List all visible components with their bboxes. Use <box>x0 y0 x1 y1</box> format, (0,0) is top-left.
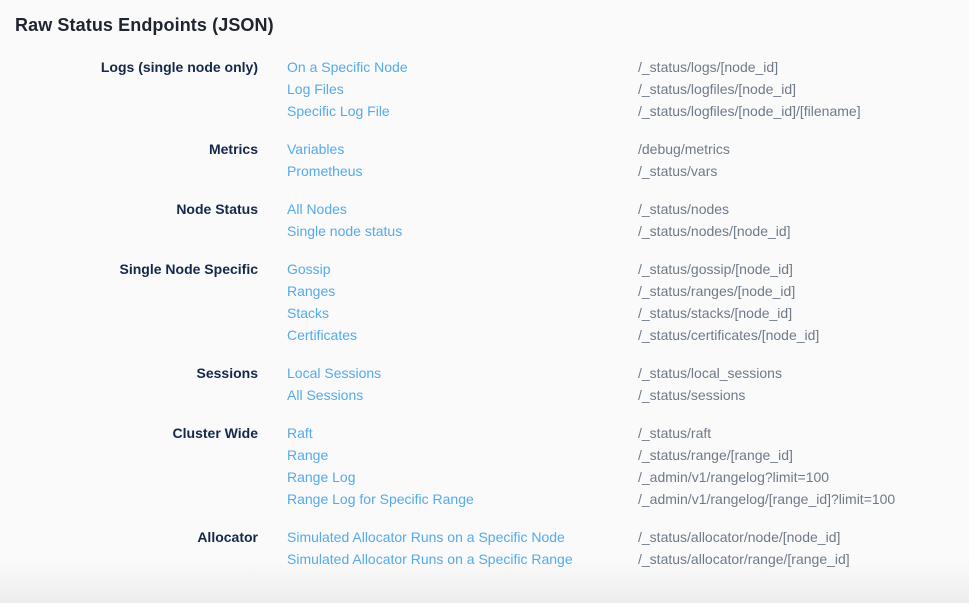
endpoint-path: /_status/local_sessions <box>638 362 782 384</box>
endpoint-row: Specific Log File /_status/logfiles/[nod… <box>287 100 969 122</box>
endpoint-link[interactable]: Specific Log File <box>287 100 638 122</box>
section-rows: Local Sessions /_status/local_sessions A… <box>287 362 969 406</box>
endpoint-link[interactable]: Simulated Allocator Runs on a Specific N… <box>287 526 638 548</box>
endpoint-link[interactable]: Gossip <box>287 258 638 280</box>
endpoint-path: /_status/stacks/[node_id] <box>638 302 792 324</box>
endpoint-link[interactable]: Raft <box>287 422 638 444</box>
category-label: Cluster Wide <box>0 422 258 444</box>
endpoint-row: Single node status /_status/nodes/[node_… <box>287 220 969 242</box>
endpoint-row: Simulated Allocator Runs on a Specific N… <box>287 526 969 548</box>
section-single-node-specific: Single Node Specific Gossip /_status/gos… <box>0 258 969 346</box>
endpoint-path: /_admin/v1/rangelog/[range_id]?limit=100 <box>638 488 895 510</box>
endpoint-row: Ranges /_status/ranges/[node_id] <box>287 280 969 302</box>
section-cluster-wide: Cluster Wide Raft /_status/raft Range /_… <box>0 422 969 510</box>
page-title: Raw Status Endpoints (JSON) <box>15 14 969 36</box>
endpoint-row: Range Log for Specific Range /_admin/v1/… <box>287 488 969 510</box>
endpoint-path: /_status/raft <box>638 422 711 444</box>
endpoint-row: Gossip /_status/gossip/[node_id] <box>287 258 969 280</box>
section-rows: All Nodes /_status/nodes Single node sta… <box>287 198 969 242</box>
section-rows: On a Specific Node /_status/logs/[node_i… <box>287 56 969 122</box>
endpoint-link[interactable]: Range <box>287 444 638 466</box>
category-label: Metrics <box>0 138 258 160</box>
endpoint-path: /_admin/v1/rangelog?limit=100 <box>638 466 829 488</box>
endpoint-row: Range Log /_admin/v1/rangelog?limit=100 <box>287 466 969 488</box>
endpoint-path: /_status/range/[range_id] <box>638 444 793 466</box>
endpoint-link[interactable]: Ranges <box>287 280 638 302</box>
endpoint-path: /_status/allocator/range/[range_id] <box>638 548 850 570</box>
endpoint-row: Prometheus /_status/vars <box>287 160 969 182</box>
endpoint-link[interactable]: Prometheus <box>287 160 638 182</box>
category-label: Node Status <box>0 198 258 220</box>
endpoint-path: /_status/certificates/[node_id] <box>638 324 819 346</box>
endpoint-row: All Nodes /_status/nodes <box>287 198 969 220</box>
endpoint-link[interactable]: Variables <box>287 138 638 160</box>
endpoint-row: Range /_status/range/[range_id] <box>287 444 969 466</box>
endpoint-path: /_status/logfiles/[node_id] <box>638 78 796 100</box>
endpoint-path: /_status/ranges/[node_id] <box>638 280 795 302</box>
endpoint-row: Log Files /_status/logfiles/[node_id] <box>287 78 969 100</box>
category-label: Single Node Specific <box>0 258 258 280</box>
endpoint-link[interactable]: Range Log for Specific Range <box>287 488 638 510</box>
endpoint-link[interactable]: Range Log <box>287 466 638 488</box>
endpoint-row: Variables /debug/metrics <box>287 138 969 160</box>
section-rows: Gossip /_status/gossip/[node_id] Ranges … <box>287 258 969 346</box>
endpoint-path: /_status/sessions <box>638 384 745 406</box>
section-node-status: Node Status All Nodes /_status/nodes Sin… <box>0 198 969 242</box>
endpoint-link[interactable]: Log Files <box>287 78 638 100</box>
endpoint-link[interactable]: All Nodes <box>287 198 638 220</box>
endpoint-row: Stacks /_status/stacks/[node_id] <box>287 302 969 324</box>
endpoint-link[interactable]: Local Sessions <box>287 362 638 384</box>
section-rows: Variables /debug/metrics Prometheus /_st… <box>287 138 969 182</box>
endpoint-path: /debug/metrics <box>638 138 730 160</box>
endpoint-link[interactable]: Certificates <box>287 324 638 346</box>
endpoint-link[interactable]: All Sessions <box>287 384 638 406</box>
endpoint-path: /_status/logfiles/[node_id]/[filename] <box>638 100 861 122</box>
endpoint-path: /_status/allocator/node/[node_id] <box>638 526 840 548</box>
endpoint-link[interactable]: Single node status <box>287 220 638 242</box>
endpoint-path: /_status/gossip/[node_id] <box>638 258 793 280</box>
endpoint-row: Raft /_status/raft <box>287 422 969 444</box>
category-label: Sessions <box>0 362 258 384</box>
category-label: Allocator <box>0 526 258 548</box>
endpoint-row: All Sessions /_status/sessions <box>287 384 969 406</box>
endpoint-row: Simulated Allocator Runs on a Specific R… <box>287 548 969 570</box>
endpoint-row: Certificates /_status/certificates/[node… <box>287 324 969 346</box>
raw-status-endpoints-page: Raw Status Endpoints (JSON) Logs (single… <box>0 0 969 570</box>
endpoint-row: On a Specific Node /_status/logs/[node_i… <box>287 56 969 78</box>
endpoint-link[interactable]: Simulated Allocator Runs on a Specific R… <box>287 548 638 570</box>
category-label: Logs (single node only) <box>0 56 258 78</box>
endpoint-link[interactable]: Stacks <box>287 302 638 324</box>
section-logs: Logs (single node only) On a Specific No… <box>0 56 969 122</box>
endpoint-path: /_status/vars <box>638 160 717 182</box>
section-allocator: Allocator Simulated Allocator Runs on a … <box>0 526 969 570</box>
section-metrics: Metrics Variables /debug/metrics Prometh… <box>0 138 969 182</box>
endpoint-path: /_status/logs/[node_id] <box>638 56 778 78</box>
section-rows: Simulated Allocator Runs on a Specific N… <box>287 526 969 570</box>
section-sessions: Sessions Local Sessions /_status/local_s… <box>0 362 969 406</box>
endpoint-link[interactable]: On a Specific Node <box>287 56 638 78</box>
endpoint-path: /_status/nodes/[node_id] <box>638 220 791 242</box>
endpoint-row: Local Sessions /_status/local_sessions <box>287 362 969 384</box>
endpoint-path: /_status/nodes <box>638 198 729 220</box>
section-rows: Raft /_status/raft Range /_status/range/… <box>287 422 969 510</box>
